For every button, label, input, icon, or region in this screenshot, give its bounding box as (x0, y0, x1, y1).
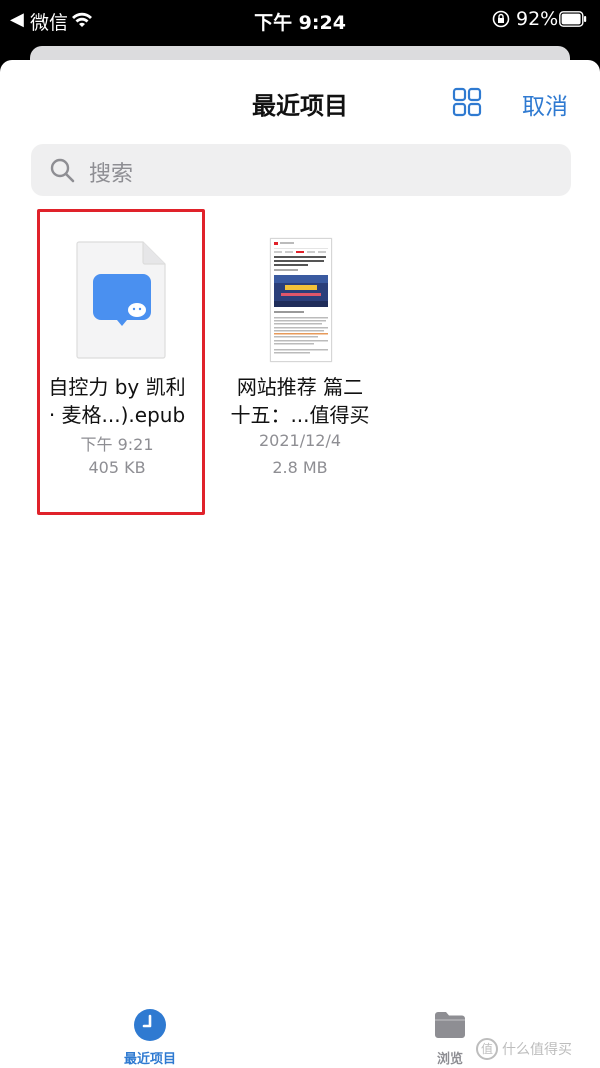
file-name-line-2: · 麦格...).epub (48, 403, 186, 427)
watermark-logo: 值 (476, 1038, 498, 1060)
page-title: 最近项目 (252, 92, 348, 120)
wechat-document-icon (76, 241, 166, 359)
status-bar: ◀ 微信 下午 9:24 92% (0, 0, 600, 40)
battery-percent: 92% (516, 8, 559, 30)
battery-icon (559, 11, 587, 27)
watermark-text: 什么值得买 (502, 1042, 572, 1058)
tab-recents[interactable]: 最近项目 (100, 990, 200, 1068)
tab-recents-label: 最近项目 (123, 1052, 176, 1067)
file-name-line-1: 自控力 by 凯利 (48, 375, 186, 399)
webpage-thumbnail-art (271, 239, 331, 361)
file-date: 下午 9:21 (80, 435, 154, 454)
search-placeholder: 搜索 (89, 162, 134, 187)
file-item-webpage[interactable]: 网站推荐 篇二 十五：...值得买 2021/12/4 2.8 MB (210, 220, 390, 500)
file-date: 2021/12/4 (258, 431, 342, 450)
status-time: 下午 9:24 (254, 12, 346, 34)
watermark: 值 什么值得买 (476, 1036, 600, 1064)
file-size: 405 KB (88, 458, 146, 477)
file-name-line-1: 网站推荐 篇二 (236, 375, 364, 399)
clock-icon (134, 1009, 166, 1041)
file-item-epub[interactable]: 自控力 by 凯利 · 麦格...).epub 下午 9:21 405 KB (27, 220, 207, 500)
cancel-button[interactable]: 取消 (522, 87, 568, 121)
lock-rotation-icon (492, 10, 510, 28)
file-name: 网站推荐 篇二 十五：...值得买 (210, 373, 390, 429)
webpage-thumbnail (270, 238, 332, 362)
file-name: 自控力 by 凯利 · 麦格...).epub (27, 373, 207, 429)
file-size: 2.8 MB (272, 458, 328, 477)
folder-icon (435, 1012, 465, 1038)
search-icon (50, 158, 75, 183)
grid-view-icon[interactable] (452, 87, 482, 117)
search-input[interactable]: 搜索 (31, 144, 571, 196)
file-name-line-2: 十五：...值得买 (230, 403, 370, 427)
